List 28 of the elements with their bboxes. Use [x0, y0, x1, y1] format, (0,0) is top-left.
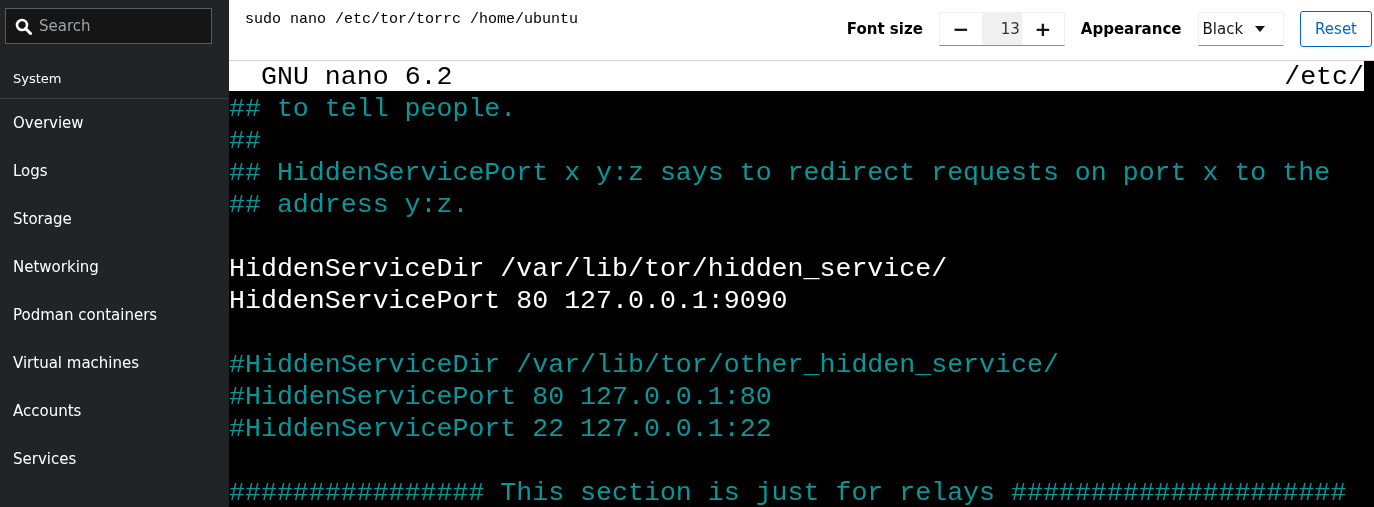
nav-item[interactable]: Virtual machines	[0, 339, 229, 387]
nav-item[interactable]: Podman containers	[0, 291, 229, 339]
file-path: /etc/	[1284, 61, 1364, 91]
comment-line: #HiddenServicePort 80 127.0.0.1:80	[229, 382, 772, 412]
comment-line: #HiddenServicePort 22 127.0.0.1:22	[229, 414, 772, 444]
font-size-label: Font size	[846, 20, 923, 38]
font-size-value: 13	[981, 13, 1022, 45]
nav-item[interactable]: Networking	[0, 243, 229, 291]
search-field[interactable]: Search	[5, 8, 212, 44]
caret-icon	[1255, 26, 1266, 32]
nav-item[interactable]: Overview	[0, 99, 229, 147]
comment-line: ##	[229, 126, 261, 156]
comment-line: ################ This section is just for relays #####################	[229, 478, 1347, 507]
nav-item[interactable]: Storage	[0, 195, 229, 243]
appearance-select[interactable]: Black	[1197, 12, 1285, 46]
appearance-label: Appearance	[1080, 20, 1182, 38]
comment-line: ## HiddenServicePort x y:z says to redirect requests on port x to the	[229, 158, 1331, 188]
comment-line: ## address y:z.	[229, 190, 469, 220]
code-line: HiddenServicePort 80 127.0.0.1:9090	[229, 286, 788, 316]
comment-line: ## to tell people.	[229, 94, 517, 124]
nav-item[interactable]: Services	[0, 435, 229, 483]
nav-item[interactable]: Accounts	[0, 387, 229, 435]
reset-button[interactable]: Reset	[1300, 11, 1372, 47]
code-line: HiddenServiceDir /var/lib/tor/hidden_service/	[229, 254, 948, 284]
nav-item[interactable]: Logs	[0, 147, 229, 195]
command-text: sudo nano /etc/tor/torrc /home/ubuntu	[245, 10, 579, 30]
comment-line: #HiddenServiceDir /var/lib/tor/other_hidden_service/	[229, 350, 1059, 380]
editor-title: GNU nano 6.2	[261, 61, 453, 91]
